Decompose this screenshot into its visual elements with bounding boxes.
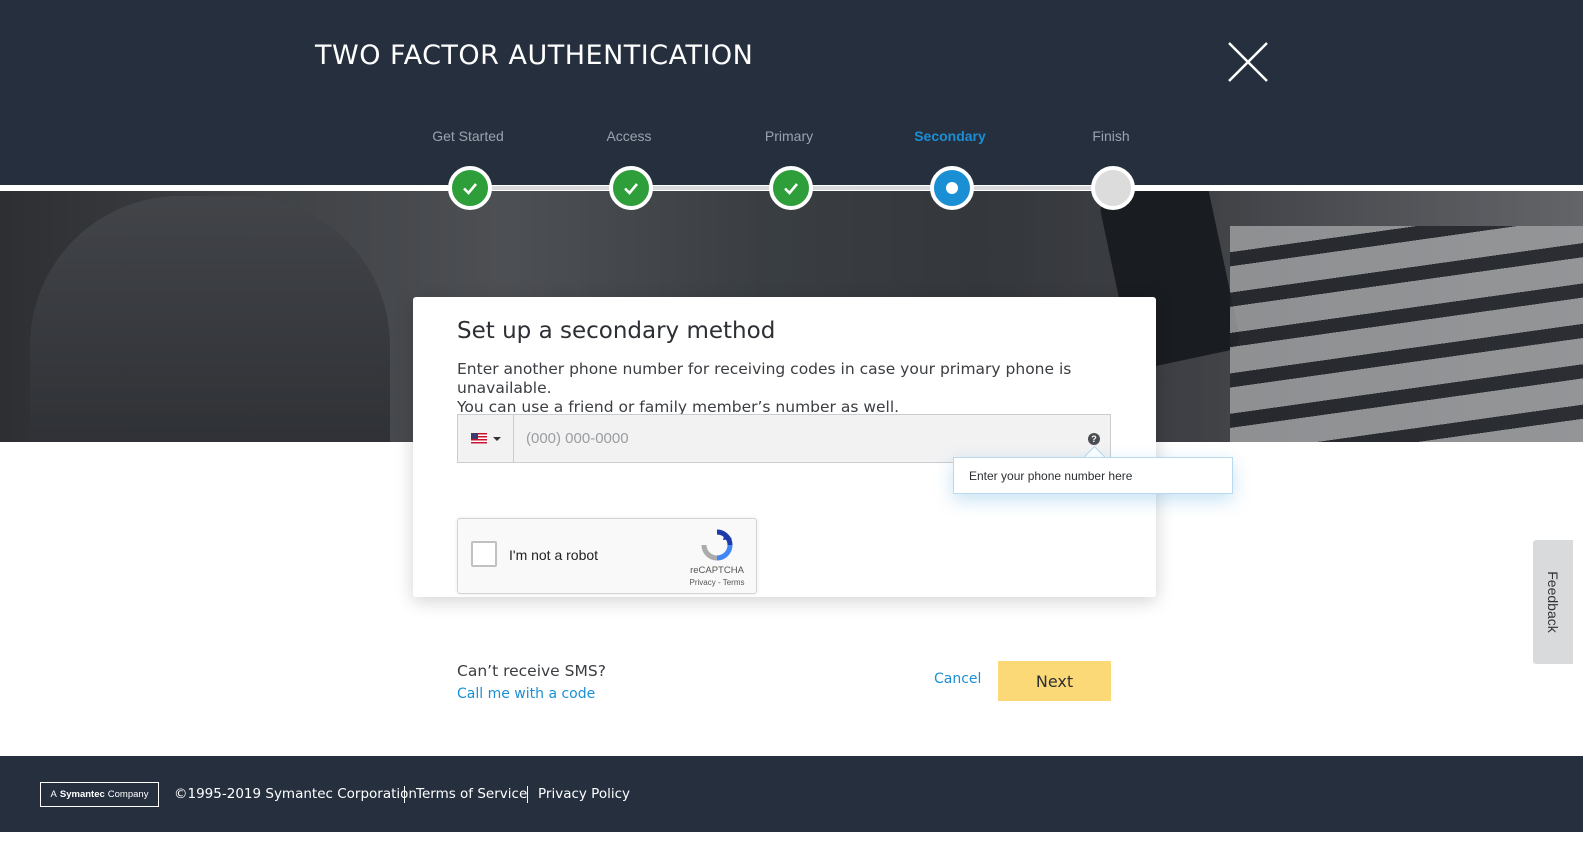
step-label-finish: Finish <box>1092 128 1130 144</box>
close-icon <box>1228 42 1268 82</box>
call-me-link[interactable]: Call me with a code <box>457 686 595 702</box>
step-dot-get-started <box>448 166 492 210</box>
next-button[interactable]: Next <box>998 661 1111 701</box>
step-dot-primary <box>769 166 813 210</box>
recaptcha-brand: reCAPTCHA <box>690 565 744 576</box>
phone-number-input[interactable] <box>514 415 1074 462</box>
page-title: TWO FACTOR AUTHENTICATION <box>315 40 754 71</box>
step-dot-finish <box>1091 166 1135 210</box>
step-label-secondary: Secondary <box>914 128 986 144</box>
header-bar <box>0 0 1583 186</box>
phone-input-group: ? <box>457 414 1111 463</box>
footer-divider <box>527 786 528 803</box>
cancel-button[interactable]: Cancel <box>934 671 981 687</box>
badge-brand: Symantec <box>59 789 105 800</box>
terms-of-service-link[interactable]: Terms of Service <box>416 786 527 802</box>
close-button[interactable] <box>1226 40 1270 84</box>
phone-tooltip: Enter your phone number here <box>953 457 1233 494</box>
privacy-policy-link[interactable]: Privacy Policy <box>538 786 630 802</box>
badge-prefix: A <box>50 789 57 800</box>
footer-divider <box>404 786 405 803</box>
country-code-select[interactable] <box>458 415 514 462</box>
step-dot-secondary <box>930 166 974 210</box>
step-label-access: Access <box>606 128 652 144</box>
checkmark-icon <box>784 183 798 195</box>
feedback-label: Feedback <box>1545 571 1561 633</box>
recaptcha-label: I'm not a robot <box>509 547 599 563</box>
copyright-text: ©1995-2019 Symantec Corporation <box>174 786 417 802</box>
card-description: Enter another phone number for receiving… <box>457 360 1117 417</box>
recaptcha-checkbox[interactable] <box>471 541 497 567</box>
card-description-line1: Enter another phone number for receiving… <box>457 360 1072 397</box>
checkmark-icon <box>463 183 477 195</box>
recaptcha-links[interactable]: Privacy - Terms <box>679 578 755 587</box>
step-dot-access <box>609 166 653 210</box>
badge-suffix: Company <box>107 789 149 800</box>
caret-down-icon <box>492 436 501 441</box>
current-step-dot-icon <box>946 182 958 194</box>
checkmark-icon <box>624 183 638 195</box>
cant-receive-sms-text: Can’t receive SMS? <box>457 662 606 680</box>
step-label-primary: Primary <box>764 128 814 144</box>
step-label-get-started: Get Started <box>432 128 504 144</box>
card-title: Set up a secondary method <box>457 318 776 344</box>
symantec-badge-logo: A Symantec Company <box>40 782 159 807</box>
recaptcha-widget: I'm not a robot reCAPTCHA Privacy - Term… <box>457 518 757 594</box>
us-flag-icon <box>470 433 487 444</box>
question-circle-icon[interactable]: ? <box>1088 433 1100 445</box>
recaptcha-logo-icon <box>701 529 733 561</box>
